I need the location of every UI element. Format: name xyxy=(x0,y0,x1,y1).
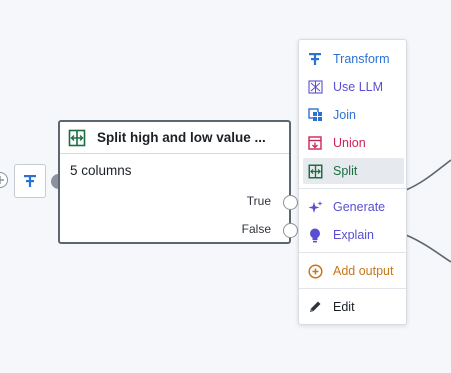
menu-item-label: Edit xyxy=(333,300,355,314)
upstream-transform-node[interactable] xyxy=(14,164,46,198)
output-label-false: False xyxy=(241,222,271,236)
pencil-icon xyxy=(307,299,323,315)
menu-item-join[interactable]: Join xyxy=(303,102,404,128)
menu-item-label: Generate xyxy=(333,200,386,214)
plus-icon xyxy=(0,176,4,184)
menu-item-use-llm[interactable]: Use LLM xyxy=(303,74,404,100)
split-icon xyxy=(67,128,87,148)
node-header: Split high and low value ... xyxy=(60,122,289,154)
split-node[interactable]: Split high and low value ... 5 columns T… xyxy=(58,120,298,244)
lightbulb-icon xyxy=(307,227,323,243)
split-icon xyxy=(307,163,323,179)
menu-item-split[interactable]: Split xyxy=(303,158,404,184)
transform-icon xyxy=(24,175,36,187)
menu-item-union[interactable]: Union xyxy=(303,130,404,156)
menu-item-explain[interactable]: Explain xyxy=(303,222,404,248)
output-label-true: True xyxy=(246,194,271,208)
node-title: Split high and low value ... xyxy=(97,130,266,145)
llm-icon xyxy=(307,79,323,95)
add-circle-icon xyxy=(307,263,323,279)
menu-divider xyxy=(299,252,406,253)
menu-item-label: Add output xyxy=(333,264,394,278)
union-icon xyxy=(307,135,323,151)
menu-item-generate[interactable]: Generate xyxy=(303,194,404,220)
menu-item-label: Join xyxy=(333,108,356,122)
node-actions-menu: Transform Use LLM Join Union Split Gener… xyxy=(298,39,407,325)
column-count: 5 columns xyxy=(70,163,132,178)
menu-item-label: Split xyxy=(333,164,358,178)
output-port-false[interactable] xyxy=(283,223,298,238)
menu-item-label: Explain xyxy=(333,228,374,242)
menu-item-label: Use LLM xyxy=(333,80,384,94)
output-port-true[interactable] xyxy=(283,195,298,210)
menu-divider xyxy=(299,188,406,189)
join-icon xyxy=(307,107,323,123)
menu-item-transform[interactable]: Transform xyxy=(303,46,404,72)
menu-divider xyxy=(299,288,406,289)
sparkle-icon xyxy=(307,199,323,215)
menu-item-add-output[interactable]: Add output xyxy=(303,258,404,284)
menu-item-label: Union xyxy=(333,136,366,150)
add-input-port[interactable] xyxy=(0,172,8,188)
menu-item-edit[interactable]: Edit xyxy=(303,294,404,320)
menu-item-label: Transform xyxy=(333,52,390,66)
transform-icon xyxy=(307,51,323,67)
